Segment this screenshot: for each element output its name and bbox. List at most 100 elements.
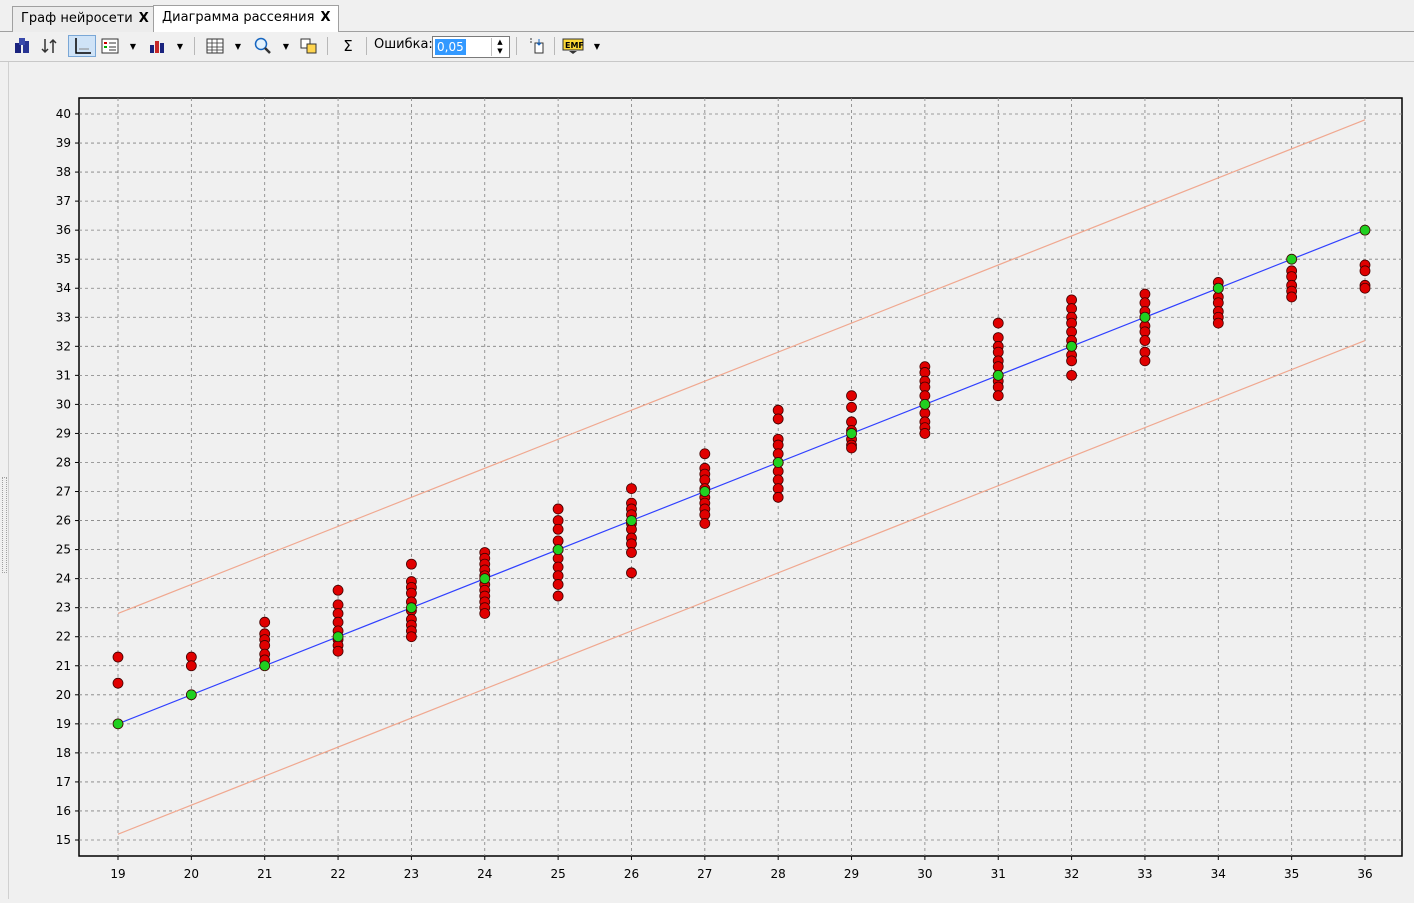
scatter-chart: 19 20 21 22 23 24 25 26 27 28 29 30 31 32 33 34 35 36 15 16… <box>10 62 1414 899</box>
y-tick-label: 24 <box>56 572 71 586</box>
chevron-down-icon[interactable]: ▼ <box>174 35 186 57</box>
y-tick-label: 28 <box>56 455 71 469</box>
bar-chart-icon <box>150 41 164 53</box>
target-point <box>552 544 564 556</box>
chart-type-button[interactable] <box>145 35 169 57</box>
chevron-down-icon[interactable]: ▼ <box>591 35 603 57</box>
x-tick-label: 36 <box>1357 867 1372 881</box>
chevron-down-icon[interactable]: ▼ <box>127 35 139 57</box>
y-tick-label: 23 <box>56 601 71 615</box>
y-tick-label: 18 <box>56 746 71 760</box>
target-point <box>1359 224 1371 236</box>
target-point <box>1139 311 1151 323</box>
predicted-point <box>1066 369 1077 381</box>
error-value[interactable]: 0,05 <box>435 39 466 55</box>
target-point <box>772 457 784 468</box>
predicted-point <box>552 523 564 535</box>
predicted-point <box>772 413 784 425</box>
predicted-point <box>112 651 124 663</box>
predicted-point <box>846 401 857 413</box>
y-tick-label: 15 <box>56 833 71 847</box>
zoom-icon <box>254 37 271 54</box>
predicted-point <box>1139 355 1151 367</box>
export-button[interactable] <box>525 35 549 57</box>
emf-text: EMF <box>565 41 584 50</box>
scatter-chart-svg: 19 20 21 22 23 24 25 26 27 28 29 30 31 32 33 34 35 36 15 16… <box>56 97 1403 881</box>
predicted-point <box>479 608 491 619</box>
table-icon <box>206 38 224 54</box>
emf-icon: EMF <box>562 38 584 54</box>
sum-button[interactable]: Σ <box>336 35 360 57</box>
predicted-point <box>1066 355 1077 367</box>
export-icon <box>530 38 544 54</box>
spin-down-icon[interactable]: ▼ <box>492 47 508 56</box>
chevron-down-icon[interactable]: ▼ <box>232 35 244 57</box>
toolbar-divider <box>194 37 195 55</box>
close-icon[interactable]: X <box>320 10 330 25</box>
copy-button[interactable] <box>297 35 321 57</box>
x-tick-label: 19 <box>110 867 125 881</box>
y-tick-label: 20 <box>56 688 71 702</box>
predicted-point <box>626 547 637 558</box>
predicted-point <box>259 616 271 628</box>
toolbar: ▼ ▼ ▼ ▼ Σ Ошибка: 0,05 ▲ ▼ EMF ▼ <box>0 32 1414 62</box>
y-tick-label: 17 <box>56 775 71 789</box>
predicted-point <box>552 503 564 515</box>
y-tick-label: 40 <box>56 107 71 121</box>
target-point <box>1212 282 1224 294</box>
network-button[interactable] <box>10 35 34 57</box>
x-tick-label: 25 <box>550 867 565 881</box>
predicted-point <box>332 584 344 596</box>
emf-button[interactable]: EMF <box>561 35 585 57</box>
target-point <box>406 602 417 614</box>
predicted-point <box>626 483 637 495</box>
splitter-grip[interactable] <box>2 477 7 573</box>
target-point <box>479 573 491 585</box>
y-tick-label: 38 <box>56 165 71 179</box>
sort-button[interactable] <box>38 35 62 57</box>
predicted-point <box>846 390 857 402</box>
y-tick-label: 26 <box>56 514 71 528</box>
y-tick-label: 33 <box>56 310 71 324</box>
x-tick-label: 30 <box>917 867 932 881</box>
target-point <box>699 486 711 497</box>
predicted-point <box>1212 317 1224 329</box>
tab-bar: Граф нейросети X Диаграмма рассеяния X <box>0 0 1414 32</box>
predicted-point <box>1286 291 1298 303</box>
y-tick-label: 22 <box>56 630 71 644</box>
predicted-point <box>185 660 197 672</box>
predicted-point <box>992 317 1004 329</box>
y-tick-label: 36 <box>56 223 71 237</box>
predicted-point <box>552 579 564 590</box>
tab-scatter-plot[interactable]: Диаграмма рассеяния X <box>153 5 340 32</box>
close-icon[interactable]: X <box>139 11 149 26</box>
y-tick-label: 19 <box>56 717 71 731</box>
zoom-button[interactable] <box>251 35 275 57</box>
tab-network-graph[interactable]: Граф нейросети X <box>12 6 158 32</box>
target-point <box>919 398 931 410</box>
y-tick-label: 16 <box>56 804 71 818</box>
predicted-point <box>406 558 417 570</box>
chevron-down-icon[interactable]: ▼ <box>280 35 292 57</box>
predicted-point <box>626 567 637 579</box>
error-spinbox[interactable]: 0,05 ▲ ▼ <box>432 36 510 58</box>
y-tick-label: 29 <box>56 426 71 440</box>
predicted-point <box>406 631 417 643</box>
error-label: Ошибка: <box>374 37 433 52</box>
axes-button[interactable] <box>68 35 96 57</box>
spin-up-icon[interactable]: ▲ <box>492 38 508 47</box>
spin-arrows: ▲ ▼ <box>491 38 508 56</box>
x-tick-label: 35 <box>1284 867 1299 881</box>
predicted-point <box>112 677 124 689</box>
predicted-point <box>919 428 931 439</box>
target-point <box>1286 253 1298 265</box>
predicted-point <box>1359 282 1371 294</box>
legend-button[interactable] <box>98 35 122 57</box>
side-panel-strip <box>0 62 9 899</box>
x-tick-label: 21 <box>257 867 272 881</box>
table-button[interactable] <box>203 35 227 57</box>
tab-label: Диаграмма рассеяния <box>162 10 315 25</box>
x-tick-label: 23 <box>404 867 419 881</box>
x-tick-label: 33 <box>1137 867 1152 881</box>
x-tick-label: 29 <box>844 867 859 881</box>
